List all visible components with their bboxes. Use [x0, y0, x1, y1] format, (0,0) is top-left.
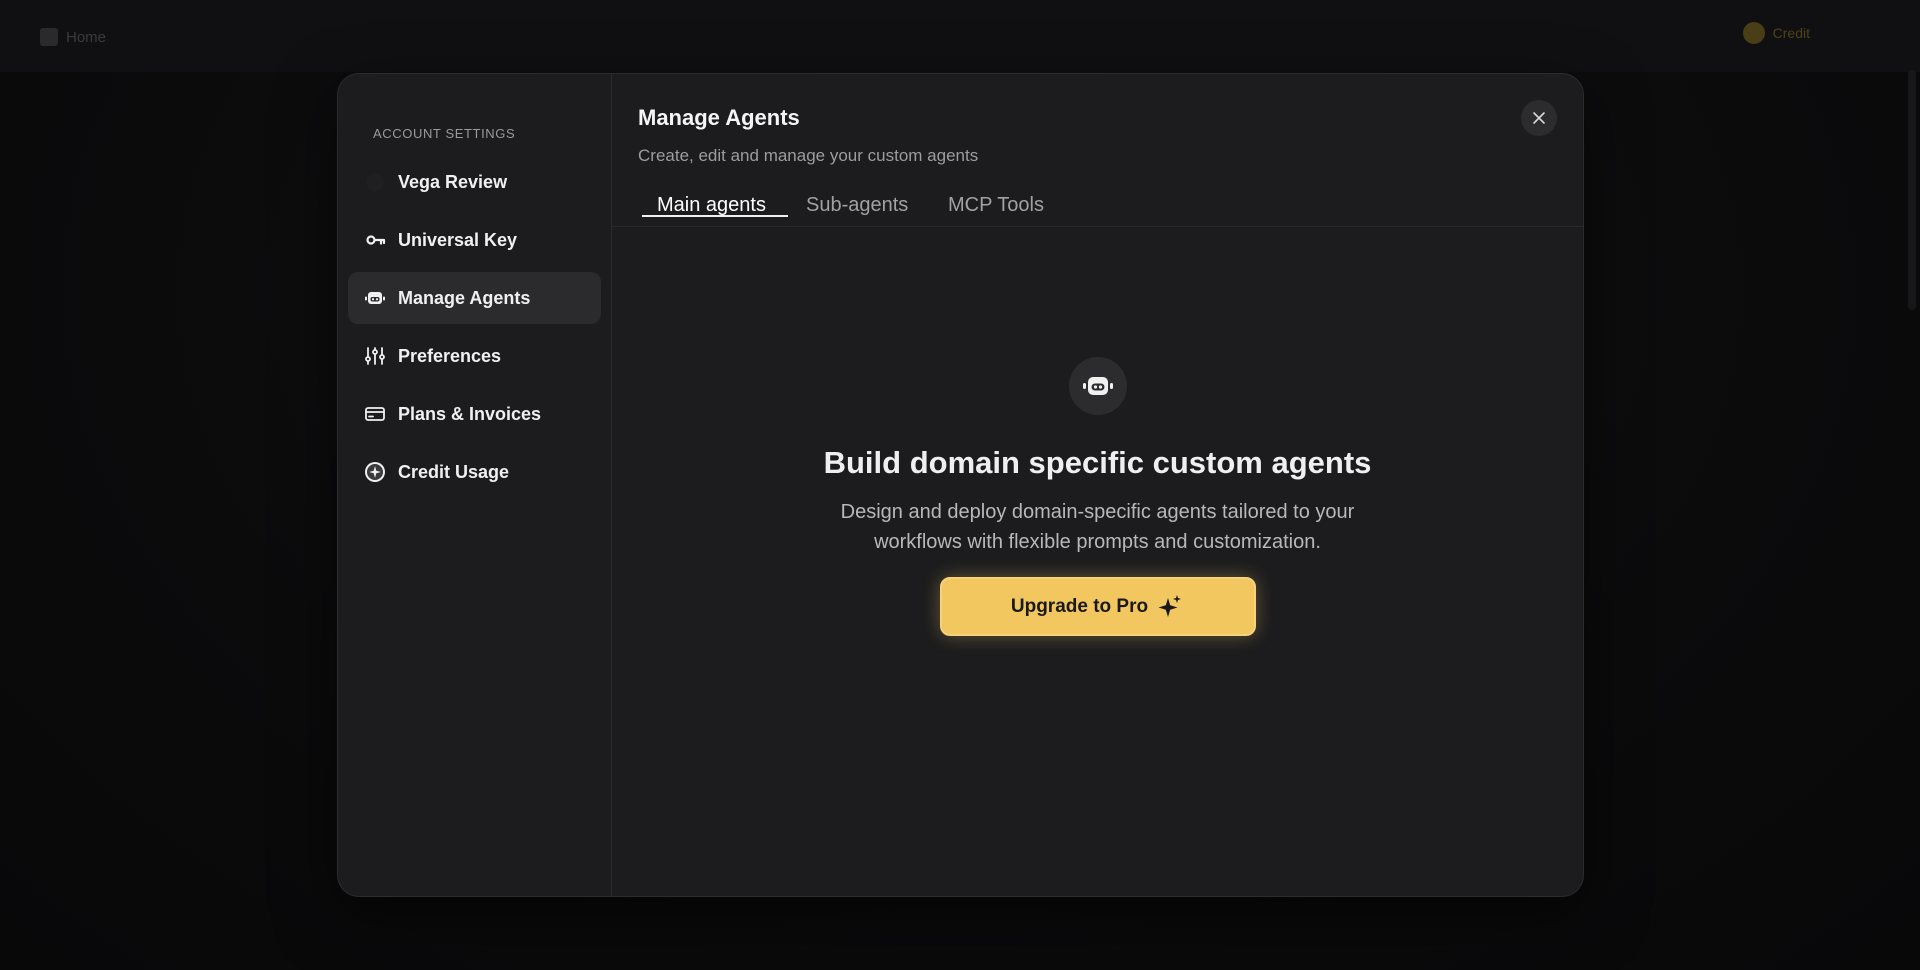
key-icon	[364, 229, 386, 251]
sliders-icon	[364, 345, 386, 367]
sidebar-heading: ACCOUNT SETTINGS	[373, 126, 516, 141]
home-icon	[40, 28, 58, 46]
sparkle-icon	[1158, 594, 1182, 617]
avatar-icon	[364, 171, 386, 193]
coin-icon	[1742, 22, 1765, 44]
upgrade-button-label: Upgrade to Pro	[1010, 595, 1149, 617]
credit-card-icon	[364, 403, 386, 425]
empty-state-title: Build domain specific custom agents	[823, 445, 1372, 480]
sidebar-item-label: Vega Review	[398, 171, 508, 192]
upgrade-to-pro-button[interactable]: Upgrade to Pro	[939, 577, 1256, 636]
tab-main-agents[interactable]: Main agents	[657, 184, 766, 227]
sidebar-item-label: Preferences	[398, 345, 502, 366]
credit-coin-icon	[364, 461, 386, 483]
credits-label: Credit	[1772, 25, 1810, 41]
sidebar-item-label: Manage Agents	[398, 287, 531, 308]
sidebar-item-label: Universal Key	[398, 229, 518, 250]
credits-chip[interactable]: Credit	[1742, 22, 1810, 44]
sidebar-item-manage-agents[interactable]: Manage Agents	[348, 272, 601, 324]
tab-sub-agents[interactable]: Sub-agents	[806, 184, 908, 227]
manage-agents-panel: Manage Agents Create, edit and manage yo…	[612, 74, 1583, 896]
settings-modal: ACCOUNT SETTINGS Vega Review Universal K…	[337, 73, 1584, 897]
settings-sidebar: ACCOUNT SETTINGS Vega Review Universal K…	[338, 74, 612, 896]
robot-icon	[1068, 357, 1127, 415]
page-subtitle: Create, edit and manage your custom agen…	[638, 146, 979, 165]
sidebar-item-plans-invoices[interactable]: Plans & Invoices	[348, 388, 601, 440]
empty-state: Build domain specific custom agents Desi…	[612, 357, 1583, 636]
sidebar-item-label: Credit Usage	[398, 461, 510, 482]
top-bar: Home Credit	[0, 0, 1920, 72]
page-title: Manage Agents	[638, 105, 800, 130]
agent-tabs: Main agents Sub-agents MCP Tools	[612, 184, 1583, 227]
sidebar-item-vega-review[interactable]: Vega Review	[348, 156, 601, 208]
home-label: Home	[66, 28, 107, 46]
close-icon	[1533, 112, 1545, 124]
home-link[interactable]: Home	[40, 28, 106, 46]
active-tab-indicator	[642, 215, 788, 217]
sidebar-item-label: Plans & Invoices	[398, 403, 542, 424]
sidebar-item-credit-usage[interactable]: Credit Usage	[348, 446, 601, 498]
sidebar-item-preferences[interactable]: Preferences	[348, 330, 601, 382]
empty-state-description: Design and deploy domain-specific agents…	[840, 501, 1355, 553]
robot-icon	[364, 287, 386, 309]
close-button[interactable]	[1521, 100, 1557, 136]
page-scrollbar[interactable]	[1908, 70, 1916, 310]
sidebar-item-universal-key[interactable]: Universal Key	[348, 214, 601, 266]
tab-mcp-tools[interactable]: MCP Tools	[948, 184, 1044, 227]
